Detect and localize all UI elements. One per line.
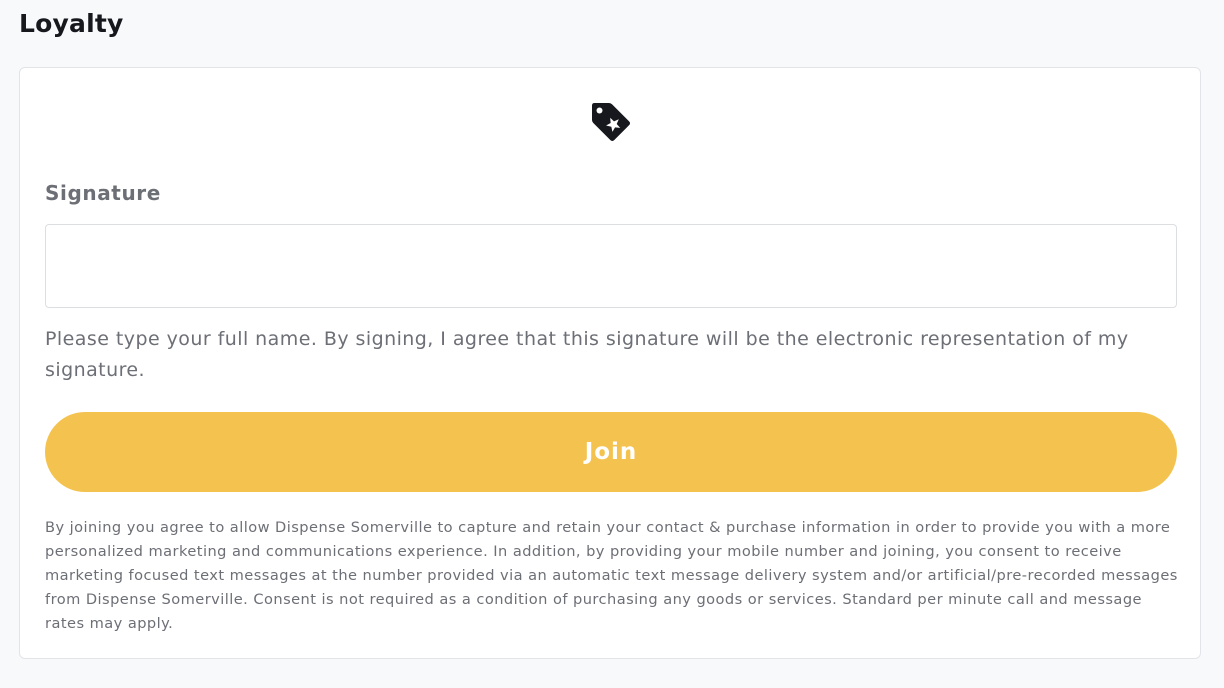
loyalty-card: Signature Please type your full name. By… <box>19 67 1201 659</box>
discount-tag-icon <box>589 100 633 144</box>
signature-input[interactable] <box>45 224 1177 308</box>
signature-helper-text: Please type your full name. By signing, … <box>45 328 1129 381</box>
consent-disclaimer: By joining you agree to allow Dispense S… <box>45 519 1178 632</box>
join-button[interactable]: Join <box>45 412 1177 492</box>
signature-label: Signature <box>45 181 161 205</box>
page-title: Loyalty <box>19 9 124 38</box>
